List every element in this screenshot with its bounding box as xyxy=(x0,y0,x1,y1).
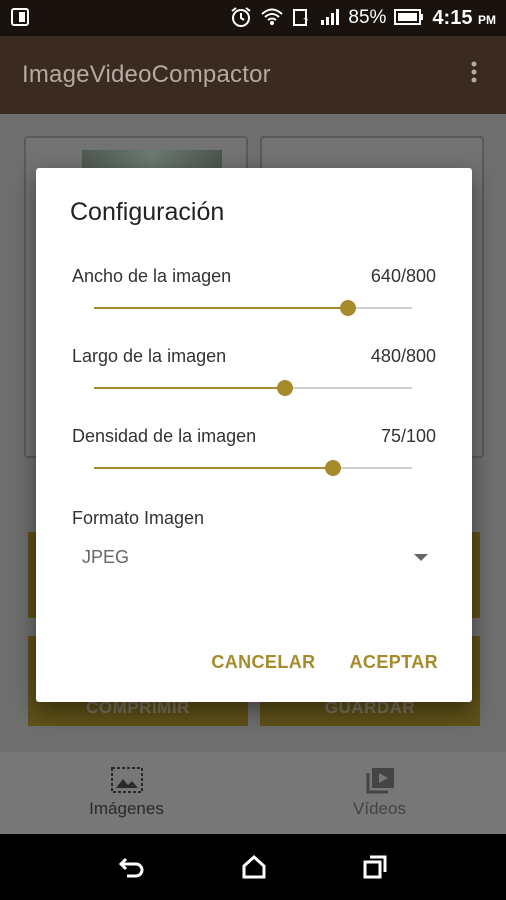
signal-icon xyxy=(320,8,340,29)
width-slider[interactable] xyxy=(94,299,412,317)
nav-item-videos[interactable]: Vídeos xyxy=(253,752,506,834)
clock: 4:15 PM xyxy=(432,6,496,29)
format-value: JPEG xyxy=(82,546,130,567)
alarm-icon xyxy=(230,6,252,31)
more-vert-icon[interactable] xyxy=(464,60,484,91)
wifi-icon xyxy=(260,7,284,30)
app-title: ImageVideoCompactor xyxy=(22,61,271,88)
back-icon[interactable] xyxy=(118,855,146,879)
setting-image-height: Largo de la imagen 480/800 xyxy=(72,346,436,397)
recents-icon[interactable] xyxy=(362,854,388,880)
image-icon xyxy=(110,767,143,793)
battery-percent: 85% xyxy=(348,7,387,28)
setting-label: Densidad de la imagen xyxy=(72,426,257,446)
slider-fill xyxy=(94,467,333,469)
status-bar: ? 85% 4:15 PM xyxy=(0,0,506,36)
slider-thumb[interactable] xyxy=(340,300,357,316)
slider-fill xyxy=(94,387,285,389)
slider-fill xyxy=(94,307,349,309)
dropdown-arrow-icon xyxy=(414,553,428,561)
slider-thumb[interactable] xyxy=(276,380,293,396)
setting-value: 480/800 xyxy=(370,346,436,366)
app-bar: ImageVideoCompactor xyxy=(0,36,506,114)
sim-icon xyxy=(10,7,30,30)
accept-button[interactable]: ACEPTAR xyxy=(350,652,438,673)
setting-image-density: Densidad de la imagen 75/100 xyxy=(72,426,436,477)
bottom-navigation: Imágenes Vídeos xyxy=(0,752,506,834)
system-navigation-bar xyxy=(0,834,506,900)
setting-label: Ancho de la imagen xyxy=(72,266,232,286)
video-library-icon xyxy=(364,767,396,794)
density-slider[interactable] xyxy=(94,459,412,477)
setting-label: Largo de la imagen xyxy=(72,346,227,366)
dialog-actions: CANCELAR ACEPTAR xyxy=(211,652,438,673)
setting-value: 75/100 xyxy=(380,426,436,446)
cancel-button[interactable]: CANCELAR xyxy=(211,652,315,673)
svg-text:?: ? xyxy=(303,17,308,27)
dialog-title: Configuración xyxy=(70,198,225,226)
setting-value: 640/800 xyxy=(370,266,436,286)
setting-image-width: Ancho de la imagen 640/800 xyxy=(72,266,436,317)
nav-label-images: Imágenes xyxy=(89,799,164,818)
nav-item-images[interactable]: Imágenes xyxy=(0,752,253,834)
height-slider[interactable] xyxy=(94,379,412,397)
home-icon[interactable] xyxy=(241,854,267,880)
settings-dialog: Configuración Ancho de la imagen 640/800… xyxy=(36,168,472,702)
battery-icon xyxy=(394,8,424,28)
format-label: Formato Imagen xyxy=(72,508,205,528)
slider-thumb[interactable] xyxy=(324,460,341,476)
data-icon: ? xyxy=(292,7,312,30)
nav-label-videos: Vídeos xyxy=(353,799,406,818)
format-dropdown[interactable]: JPEG xyxy=(82,542,428,572)
